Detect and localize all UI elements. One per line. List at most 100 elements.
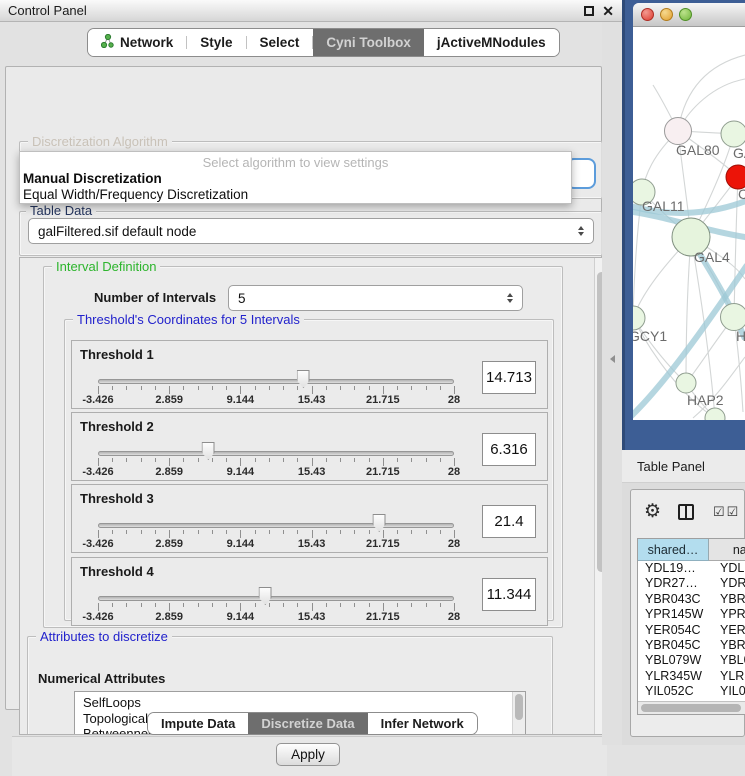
spinner-arrows-icon <box>578 226 584 236</box>
list-scrollbar[interactable] <box>512 692 525 735</box>
threshold-4-slider: -3.4262.8599.14415.4321.71528 <box>98 558 454 627</box>
table-panel-titlebar: Table Panel <box>622 450 745 483</box>
dropdown-option-equal-width-frequency[interactable]: Equal Width/Frequency Discretization <box>20 187 571 203</box>
network-canvas[interactable]: GAL80GACGAL11GAL4GCY1HHAP2 <box>633 27 745 420</box>
network-node[interactable] <box>721 121 745 147</box>
tab-label: Select <box>260 35 300 50</box>
table-cell[interactable]: YIL052C <box>638 684 709 699</box>
divider-arrow-icon[interactable] <box>610 355 615 363</box>
scale-tick-label: 28 <box>448 394 460 406</box>
table-row[interactable]: YER054CYER054C <box>638 623 745 638</box>
network-window-titlebar[interactable] <box>633 3 745 27</box>
table-cell[interactable]: YLR345W <box>709 669 745 684</box>
network-node[interactable] <box>676 373 696 393</box>
scale-tick-label: 15.43 <box>298 394 326 406</box>
gear-icon[interactable]: ⚙ <box>644 500 661 523</box>
table-row[interactable]: YPR145WYPR145W <box>638 607 745 622</box>
table-cell[interactable]: YBL079W <box>638 653 709 668</box>
checkboxes-icon[interactable]: ☑☑ <box>713 504 740 520</box>
threshold-value-field[interactable]: 21.4 <box>482 505 536 538</box>
network-node[interactable] <box>633 306 645 330</box>
table-cell[interactable]: YPR145W <box>638 607 709 622</box>
panel-title: Control Panel <box>8 3 87 18</box>
control-panel-titlebar: Control Panel ✕ <box>0 0 622 22</box>
close-traffic-light-icon[interactable] <box>641 8 654 21</box>
table-row[interactable]: YBR045CYBR045C <box>638 638 745 653</box>
slider-track[interactable] <box>98 379 454 384</box>
slider-track[interactable] <box>98 523 454 528</box>
interval-definition-group: Interval Definition Number of Intervals … <box>43 266 563 628</box>
scale-tick-label: -3.426 <box>82 538 113 550</box>
tab-cyni-toolbox[interactable]: Cyni Toolbox <box>313 29 424 56</box>
network-node-label: GCY1 <box>633 328 667 344</box>
list-item[interactable]: SelfLoops <box>75 692 525 711</box>
thresholds-group: Threshold's Coordinates for 5 Intervals … <box>64 319 554 621</box>
threshold-value-field[interactable]: 11.344 <box>482 578 536 611</box>
tab-label: Network <box>120 35 173 50</box>
split-columns-icon[interactable] <box>678 504 694 520</box>
table-cell[interactable]: YBR045C <box>638 638 709 653</box>
network-edge[interactable] <box>686 237 691 383</box>
table-row[interactable]: YBL079WYBL079W <box>638 653 745 668</box>
table-data-combobox[interactable]: galFiltered.sif default node <box>28 218 594 244</box>
table-cell[interactable]: YER054C <box>709 623 745 638</box>
scale-tick-label: 15.43 <box>298 466 326 478</box>
table-cell[interactable]: YDL19 <box>709 561 745 576</box>
float-window-icon[interactable] <box>584 6 594 16</box>
table-cell[interactable]: YIL052C <box>709 684 745 699</box>
close-icon[interactable]: ✕ <box>602 4 614 18</box>
scrollbar-thumb[interactable] <box>515 694 523 720</box>
table-cell[interactable]: YBR045C <box>709 638 745 653</box>
table-cell[interactable]: YDL19… <box>638 561 709 576</box>
threshold-4-card: Threshold 4 -3.4262.8599.14415.4321.7152… <box>71 557 548 626</box>
group-title: Discretization Algorithm <box>28 134 172 149</box>
scale-tick-label: -3.426 <box>82 394 113 406</box>
minimize-traffic-light-icon[interactable] <box>660 8 673 21</box>
threshold-value-field[interactable]: 14.713 <box>482 361 536 394</box>
column-header-shared-name[interactable]: shared… <box>638 539 709 561</box>
table-row[interactable]: YIL052CYIL052C <box>638 684 745 699</box>
tab-impute-data[interactable]: Impute Data <box>148 713 248 734</box>
scale-tick-label: -3.426 <box>82 466 113 478</box>
network-graph[interactable]: GAL80GACGAL11GAL4GCY1HHAP2 <box>633 27 745 420</box>
scale-tick-label: 9.144 <box>227 538 255 550</box>
network-node[interactable] <box>665 118 692 145</box>
table-row[interactable]: YLR345WYLR345W <box>638 669 745 684</box>
tab-label: Impute Data <box>161 716 235 731</box>
tab-style[interactable]: Style <box>187 29 245 56</box>
slider-track[interactable] <box>98 596 454 601</box>
table-cell[interactable]: YBL079W <box>709 653 745 668</box>
zoom-traffic-light-icon[interactable] <box>679 8 692 21</box>
dropdown-option-manual-discretization[interactable]: Manual Discretization <box>20 171 571 187</box>
table-cell[interactable]: YBR043C <box>638 592 709 607</box>
node-table: shared… name YDL19…YDL19YDR27…YDR27YBR04… <box>637 538 745 715</box>
table-row[interactable]: YBR043CYBR043C <box>638 592 745 607</box>
tab-network[interactable]: Network <box>88 29 186 56</box>
threshold-value-field[interactable]: 6.316 <box>482 433 536 466</box>
scale-tick-label: 15.43 <box>298 538 326 550</box>
table-row[interactable]: YDL19…YDL19 <box>638 561 745 576</box>
table-cell[interactable]: YDR27 <box>709 576 745 591</box>
column-header-name[interactable]: name <box>709 539 745 561</box>
slider-scale-labels: -3.4262.8599.14415.4321.71528 <box>98 466 454 478</box>
scrollbar-thumb[interactable] <box>641 704 741 712</box>
slider-track[interactable] <box>98 451 454 456</box>
tab-discretize-data[interactable]: Discretize Data <box>248 713 367 734</box>
table-cell[interactable]: YLR345W <box>638 669 709 684</box>
tab-infer-network[interactable]: Infer Network <box>368 713 477 734</box>
table-horizontal-scrollbar[interactable] <box>638 701 745 714</box>
apply-button[interactable]: Apply <box>276 743 340 766</box>
tab-jactivemnodules[interactable]: jActiveMNodules <box>424 29 559 56</box>
number-of-intervals-combobox[interactable]: 5 <box>228 285 523 311</box>
scale-tick-label: -3.426 <box>82 611 113 623</box>
scale-tick-label: 28 <box>448 611 460 623</box>
tab-select[interactable]: Select <box>247 29 313 56</box>
table-cell[interactable]: YPR145W <box>709 607 745 622</box>
network-node[interactable] <box>721 304 745 331</box>
threshold-1-slider: -3.4262.8599.14415.4321.71528 <box>98 341 454 410</box>
table-cell[interactable]: YBR043C <box>709 592 745 607</box>
table-row[interactable]: YDR27…YDR27 <box>638 576 745 591</box>
table-cell[interactable]: YDR27… <box>638 576 709 591</box>
table-cell[interactable]: YER054C <box>638 623 709 638</box>
numerical-attributes-label: Numerical Attributes <box>38 671 165 686</box>
